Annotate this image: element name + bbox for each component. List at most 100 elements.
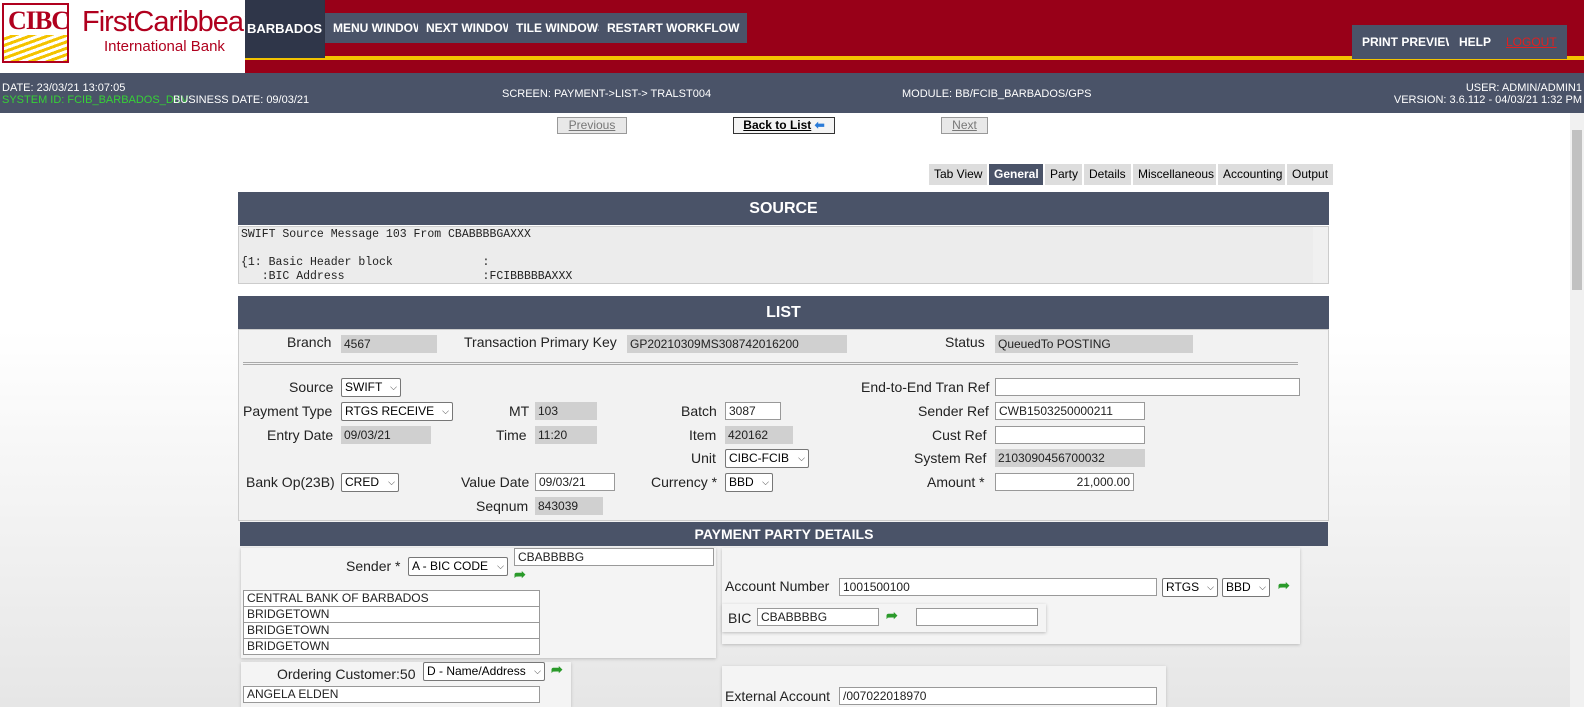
branch-field: 4567 bbox=[341, 335, 437, 353]
sender-box: Sender * A - BIC CODE CBABBBBG ➦ CENTRAL… bbox=[241, 548, 716, 658]
logout-button[interactable]: LOGOUT bbox=[1496, 25, 1567, 59]
back-to-list-button[interactable]: Back to List ⬅ bbox=[733, 117, 835, 134]
branch-label: Branch bbox=[287, 334, 332, 350]
tpk-label: Transaction Primary Key bbox=[464, 334, 617, 350]
tab-output[interactable]: Output bbox=[1285, 164, 1334, 185]
entry-date-field: 09/03/21 bbox=[341, 426, 431, 444]
back-label: Back to List bbox=[743, 118, 812, 132]
bank-op-label: Bank Op(23B) bbox=[246, 474, 335, 490]
region-button[interactable]: BARBADOS bbox=[245, 0, 325, 58]
item-label: Item bbox=[689, 427, 717, 443]
sender-address-line-4[interactable]: BRIDGETOWN bbox=[243, 638, 540, 655]
payment-type-label: Payment Type bbox=[243, 403, 333, 419]
ordering-customer-box: Ordering Customer:50 D - Name/Address ➦ … bbox=[241, 662, 571, 707]
mt-field: 103 bbox=[535, 402, 597, 420]
e2e-ref-label: End-to-End Tran Ref bbox=[861, 379, 990, 395]
mt-label: MT bbox=[509, 403, 530, 419]
brand-subtitle: International Bank bbox=[104, 38, 225, 55]
brand-name: FirstCaribbean bbox=[82, 6, 259, 38]
account-number-label: Account Number bbox=[725, 578, 830, 594]
next-label: Next bbox=[952, 118, 977, 132]
seqnum-label: Seqnum bbox=[476, 498, 529, 514]
tab-party[interactable]: Party bbox=[1043, 164, 1084, 185]
back-arrow-icon: ⬅ bbox=[814, 118, 825, 132]
ordering-lookup-icon[interactable]: ➦ bbox=[551, 662, 565, 676]
external-account-label: External Account bbox=[725, 688, 831, 704]
sender-bic-input[interactable]: CBABBBBG bbox=[514, 548, 714, 566]
account-box: Account Number 1001500100 RTGS BBD ➦ BIC… bbox=[722, 548, 1300, 644]
bic-extra-input[interactable] bbox=[916, 608, 1038, 626]
tpk-field: GP20210309MS308742016200 bbox=[627, 335, 847, 353]
batch-input[interactable]: 3087 bbox=[725, 402, 781, 420]
page-scrollbar-thumb[interactable] bbox=[1572, 130, 1582, 290]
cust-ref-input[interactable] bbox=[995, 426, 1145, 444]
unit-label: Unit bbox=[691, 450, 716, 466]
version-text: VERSION: 3.6.112 - 04/03/21 1:32 PM bbox=[1393, 94, 1582, 106]
restart-workflow-button[interactable]: RESTART WORKFLOW bbox=[599, 13, 748, 43]
user-text: USER: ADMIN/ADMIN1 bbox=[1465, 82, 1582, 94]
source-label: Source bbox=[289, 379, 334, 395]
info-bar: DATE: 23/03/21 13:07:05 SYSTEM ID: FCIB_… bbox=[0, 73, 1584, 113]
bic-box: BIC CBABBBBG ➦ bbox=[722, 604, 1046, 632]
external-account-input[interactable]: /007022018970 bbox=[839, 687, 1157, 705]
sender-label: Sender * bbox=[346, 558, 401, 574]
account-type-select[interactable]: RTGS bbox=[1162, 578, 1218, 597]
date-text: DATE: 23/03/21 13:07:05 bbox=[2, 82, 126, 94]
sender-ref-input[interactable]: CWB1503250000211 bbox=[995, 402, 1145, 420]
tab-miscellaneous[interactable]: Miscellaneous bbox=[1131, 164, 1220, 185]
account-number-input[interactable]: 1001500100 bbox=[839, 578, 1157, 596]
bic-input[interactable]: CBABBBBG bbox=[757, 608, 879, 626]
source-heading: SOURCE bbox=[238, 192, 1329, 225]
amount-input[interactable]: 21,000.00 bbox=[995, 473, 1134, 491]
cibc-logo-mark: CIBC bbox=[2, 3, 69, 63]
party-details-heading: PAYMENT PARTY DETAILS bbox=[240, 522, 1328, 546]
brand-logo: CIBC FirstCaribbean International Bank bbox=[0, 0, 259, 73]
source-select[interactable]: SWIFT bbox=[341, 378, 401, 397]
lookup-arrow-icon[interactable]: ➦ bbox=[514, 567, 528, 581]
ordering-name-input[interactable]: ANGELA ELDEN bbox=[243, 686, 540, 703]
account-lookup-icon[interactable]: ➦ bbox=[1278, 578, 1292, 592]
time-field: 11:20 bbox=[535, 426, 597, 444]
sender-address-line-3[interactable]: BRIDGETOWN bbox=[243, 622, 540, 639]
cust-ref-label: Cust Ref bbox=[932, 427, 987, 443]
item-field: 420162 bbox=[725, 426, 793, 444]
batch-label: Batch bbox=[681, 403, 717, 419]
payment-type-select[interactable]: RTGS RECEIVE bbox=[341, 402, 453, 421]
bic-lookup-icon[interactable]: ➦ bbox=[886, 608, 900, 622]
sender-address-line-1[interactable]: CENTRAL BANK OF BARBADOS bbox=[243, 590, 540, 607]
tab-details[interactable]: Details bbox=[1082, 164, 1131, 185]
sender-address-line-2[interactable]: BRIDGETOWN bbox=[243, 606, 540, 623]
previous-label: Previous bbox=[568, 118, 616, 132]
currency-select[interactable]: BBD bbox=[725, 473, 773, 492]
previous-button[interactable]: Previous bbox=[557, 117, 627, 134]
value-date-input[interactable]: 09/03/21 bbox=[535, 473, 615, 491]
value-date-label: Value Date bbox=[461, 474, 530, 490]
system-id-text: SYSTEM ID: FCIB_BARBADOS_DEV bbox=[2, 94, 189, 106]
list-panel: Branch 4567 Transaction Primary Key GP20… bbox=[238, 329, 1329, 521]
tab-accounting[interactable]: Accounting bbox=[1216, 164, 1288, 185]
bank-op-select[interactable]: CRED bbox=[341, 473, 399, 492]
logo-mark-text: CIBC bbox=[8, 6, 69, 35]
time-label: Time bbox=[496, 427, 527, 443]
bic-label: BIC bbox=[728, 610, 752, 626]
next-button[interactable]: Next bbox=[941, 117, 988, 134]
account-currency-select[interactable]: BBD bbox=[1222, 578, 1270, 597]
tab-tab-view[interactable]: Tab View bbox=[927, 164, 988, 185]
module-text: MODULE: BB/FCIB_BARBADOS/GPS bbox=[902, 88, 1092, 100]
external-account-box: External Account /007022018970 bbox=[722, 666, 1166, 707]
system-ref-label: System Ref bbox=[914, 450, 987, 466]
source-scrollbar[interactable] bbox=[1313, 227, 1328, 283]
ordering-type-select[interactable]: D - Name/Address bbox=[423, 662, 545, 681]
help-button[interactable]: HELP bbox=[1449, 25, 1502, 59]
source-message-text[interactable]: SWIFT Source Message 103 From CBABBBBGAX… bbox=[238, 226, 1329, 284]
seqnum-field: 843039 bbox=[535, 497, 603, 515]
system-ref-field: 2103090456700032 bbox=[995, 449, 1145, 467]
entry-date-label: Entry Date bbox=[267, 427, 334, 443]
list-heading: LIST bbox=[238, 296, 1329, 329]
unit-select[interactable]: CIBC-FCIB bbox=[725, 449, 809, 468]
sender-type-select[interactable]: A - BIC CODE bbox=[408, 557, 508, 576]
tab-general[interactable]: General bbox=[987, 164, 1044, 185]
amount-label: Amount * bbox=[927, 474, 985, 490]
e2e-ref-input[interactable] bbox=[995, 378, 1300, 396]
status-field: QueuedTo POSTING bbox=[995, 335, 1193, 353]
